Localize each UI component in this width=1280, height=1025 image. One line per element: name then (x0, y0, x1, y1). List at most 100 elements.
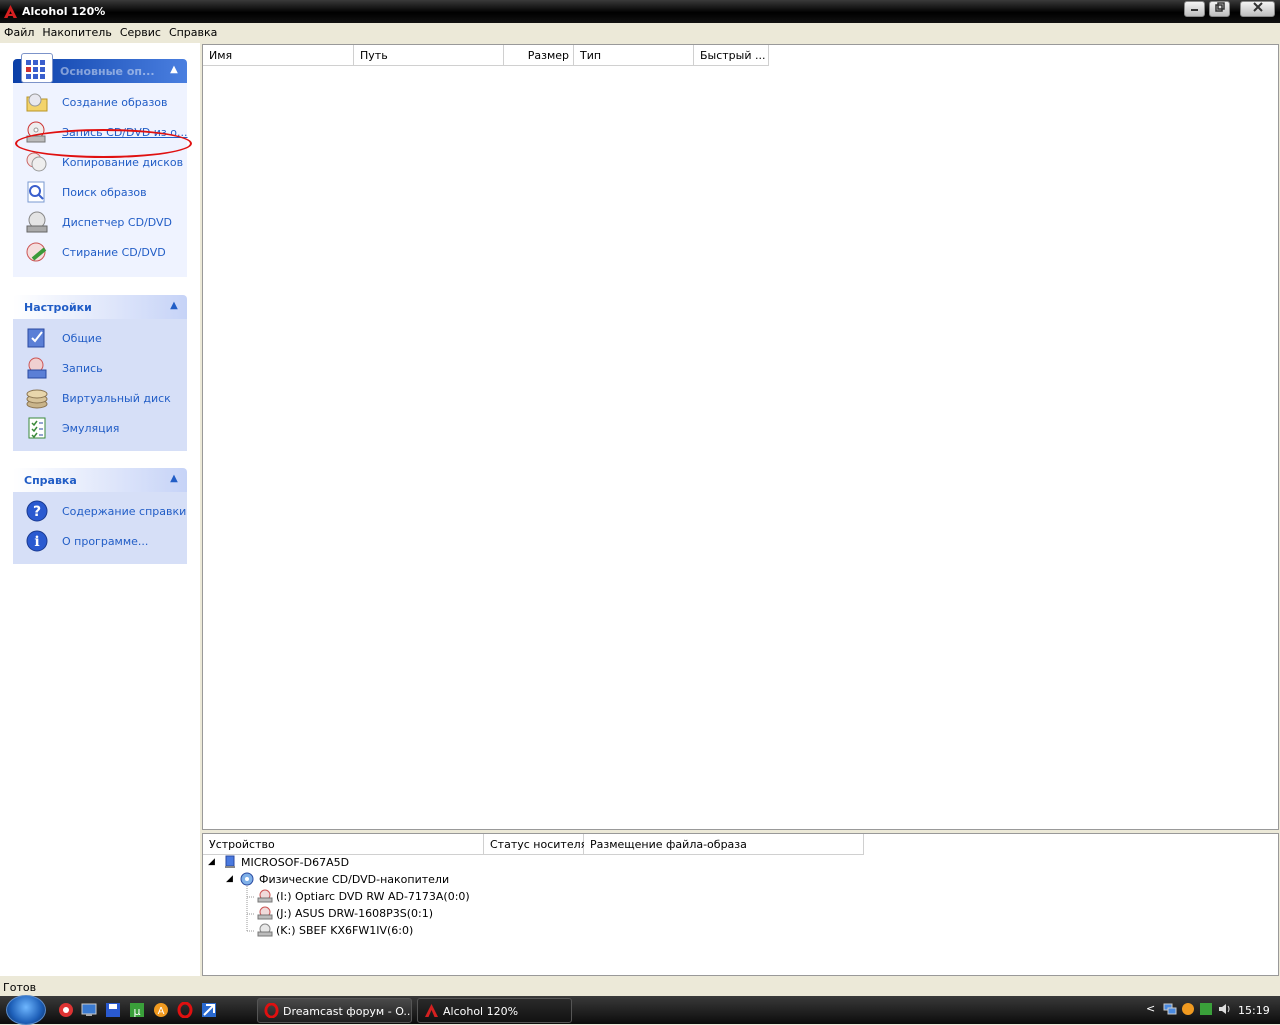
status-text: Готов (3, 981, 37, 994)
window-title: Alcohol 120% (22, 5, 106, 18)
taskbar-button-label: Alcohol 120% (443, 1005, 519, 1018)
network-tray-icon[interactable] (1163, 1002, 1177, 1016)
settings-header[interactable]: Настройки ▲ (13, 295, 187, 319)
column-type[interactable]: Тип (574, 45, 694, 66)
collapse-chevron-icon[interactable]: ▲ (167, 473, 181, 487)
svg-text:µ: µ (134, 1005, 141, 1018)
task-burn-image[interactable]: Запись CD/DVD из о... (13, 117, 188, 147)
image-file-list[interactable]: Имя Путь Размер Тип Быстрый ... (202, 44, 1279, 830)
avast-tray-icon[interactable] (1181, 1002, 1195, 1016)
main-operations-body: Создание образов Запись CD/DVD из о... К… (13, 83, 188, 277)
settings-virtual-disk[interactable]: Виртуальный диск (13, 383, 187, 413)
settings-general-label: Общие (62, 332, 102, 345)
menu-bar: Файл Накопитель Сервис Справка (0, 23, 1280, 43)
settings-general[interactable]: Общие (13, 323, 187, 353)
opera-icon[interactable] (177, 1002, 193, 1018)
tree-drive-i[interactable]: (I:) Optiarc DVD RW AD-7173A(0:0) (276, 890, 470, 903)
settings-title: Настройки (24, 301, 92, 314)
task-erase-disc[interactable]: Стирание CD/DVD (13, 237, 187, 267)
device-panel[interactable]: Устройство Статус носителя Размещение фа… (202, 833, 1279, 976)
tree-connector-lines (246, 886, 255, 932)
main-operations-title: Основные оп... (60, 65, 155, 78)
tray-expand-chevron-icon[interactable]: < (1146, 1002, 1160, 1016)
utorrent-tray-icon[interactable] (1199, 1002, 1213, 1016)
tree-drive-j[interactable]: (J:) ASUS DRW-1608P3S(0:1) (276, 907, 433, 920)
alcohol-app-icon (425, 1004, 438, 1017)
info-icon: i (26, 530, 48, 552)
task-burn-image-label: Запись CD/DVD из о... (62, 126, 188, 139)
status-bar: Готов (0, 978, 1280, 996)
column-quick[interactable]: Быстрый ... (694, 45, 769, 66)
help-group: Справка ▲ ? Содержание справки i О прогр… (13, 468, 187, 564)
chrome-icon[interactable] (58, 1002, 74, 1018)
avast-icon[interactable]: A (153, 1002, 169, 1018)
help-contents[interactable]: ? Содержание справки (13, 496, 187, 526)
utorrent-icon[interactable]: µ (129, 1002, 145, 1018)
help-question-icon: ? (26, 500, 48, 522)
help-body: ? Содержание справки i О программе... (13, 492, 187, 564)
settings-group: Настройки ▲ Общие Запись Виртуальный дис… (13, 295, 187, 451)
settings-emulation[interactable]: Эмуляция (13, 413, 187, 443)
show-desktop-icon[interactable] (81, 1002, 97, 1018)
general-settings-icon (27, 328, 45, 348)
task-copy-disc-label: Копирование дисков (62, 156, 184, 169)
tree-expand-icon[interactable]: ◢ (208, 857, 215, 867)
task-disc-manager-label: Диспетчер CD/DVD (62, 216, 173, 229)
svg-text:?: ? (33, 504, 41, 520)
taskbar-button-label: Dreamcast форум - O... (283, 1005, 412, 1018)
help-about[interactable]: i О программе... (13, 526, 187, 556)
menu-service[interactable]: Сервис (116, 23, 165, 39)
title-bar: Alcohol 120% (0, 0, 1280, 23)
start-button[interactable] (6, 995, 46, 1025)
optical-drive-icon (257, 906, 273, 920)
help-header[interactable]: Справка ▲ (13, 468, 187, 492)
main-operations-icon (21, 53, 53, 83)
save-disk-icon[interactable] (105, 1002, 121, 1018)
restore-icon (1214, 2, 1225, 12)
volume-icon[interactable] (1217, 1002, 1231, 1016)
search-icon (27, 181, 45, 203)
help-about-label: О программе... (62, 535, 149, 548)
network-icon[interactable] (201, 1002, 217, 1018)
task-copy-disc[interactable]: Копирование дисков (13, 147, 187, 177)
column-path[interactable]: Путь (354, 45, 504, 66)
taskbar-button-opera[interactable]: Dreamcast форум - O... (257, 998, 412, 1023)
taskbar-button-alcohol[interactable]: Alcohol 120% (417, 998, 572, 1023)
tray-clock[interactable]: 15:19 (1238, 1004, 1270, 1017)
disc-drive-icon (26, 211, 48, 233)
column-device[interactable]: Устройство (203, 834, 484, 855)
task-find-images-label: Поиск образов (62, 186, 147, 199)
column-size[interactable]: Размер (504, 45, 574, 66)
minimize-button[interactable] (1184, 1, 1205, 17)
tree-category[interactable]: Физические CD/DVD-накопители (259, 873, 449, 886)
task-sidebar: Основные оп... ▲ Создание образов Запись… (0, 43, 200, 976)
column-image-location[interactable]: Размещение файла-образа (584, 834, 864, 855)
settings-body: Общие Запись Виртуальный диск Эмуляция (13, 319, 187, 451)
svg-text:i: i (34, 534, 39, 550)
maximize-button[interactable] (1209, 1, 1230, 17)
menu-file[interactable]: Файл (0, 23, 38, 39)
task-find-images[interactable]: Поиск образов (13, 177, 187, 207)
burn-disc-icon (26, 121, 46, 143)
collapse-chevron-icon[interactable]: ▲ (167, 64, 181, 78)
help-contents-label: Содержание справки (62, 505, 187, 518)
task-disc-manager[interactable]: Диспетчер CD/DVD (13, 207, 187, 237)
column-media-status[interactable]: Статус носителя (484, 834, 587, 855)
tree-expand-icon[interactable]: ◢ (226, 874, 233, 884)
collapse-chevron-icon[interactable]: ▲ (167, 300, 181, 314)
menu-drive[interactable]: Накопитель (38, 23, 115, 39)
opera-icon (264, 1003, 279, 1018)
task-create-image[interactable]: Создание образов (13, 87, 187, 117)
settings-recording-label: Запись (62, 362, 103, 375)
tree-computer[interactable]: MICROSOF-D67A5D (241, 856, 349, 869)
help-title: Справка (24, 474, 77, 487)
minimize-icon (1190, 9, 1198, 11)
main-operations-header[interactable]: Основные оп... ▲ (13, 53, 187, 83)
tree-drive-k[interactable]: (K:) SBEF KX6FW1IV(6:0) (276, 924, 413, 937)
menu-help[interactable]: Справка (165, 23, 221, 39)
alcohol-app-icon (4, 5, 17, 18)
settings-recording[interactable]: Запись (13, 353, 187, 383)
close-button[interactable] (1240, 1, 1275, 17)
main-operations-group: Основные оп... ▲ Создание образов Запись… (13, 53, 188, 277)
column-name[interactable]: Имя (203, 45, 354, 66)
